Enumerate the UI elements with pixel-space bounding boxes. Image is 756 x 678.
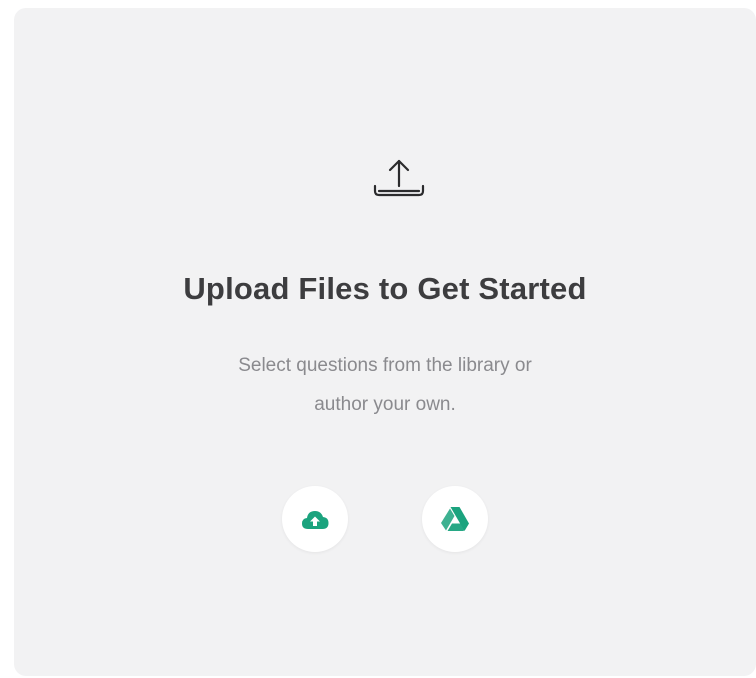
upload-from-computer-button[interactable]: [282, 486, 348, 552]
empty-state-description: Select questions from the library or aut…: [185, 346, 585, 424]
cloud-upload-icon: [300, 508, 330, 530]
page-title: Upload Files to Get Started: [183, 271, 587, 306]
upload-from-google-drive-button[interactable]: [422, 486, 488, 552]
google-drive-icon: [440, 506, 470, 532]
description-line-1: Select questions from the library or: [238, 355, 532, 376]
upload-tray-icon: [371, 158, 427, 206]
description-line-2: author your own.: [314, 394, 456, 415]
upload-empty-state-panel: Upload Files to Get Started Select quest…: [14, 8, 756, 676]
